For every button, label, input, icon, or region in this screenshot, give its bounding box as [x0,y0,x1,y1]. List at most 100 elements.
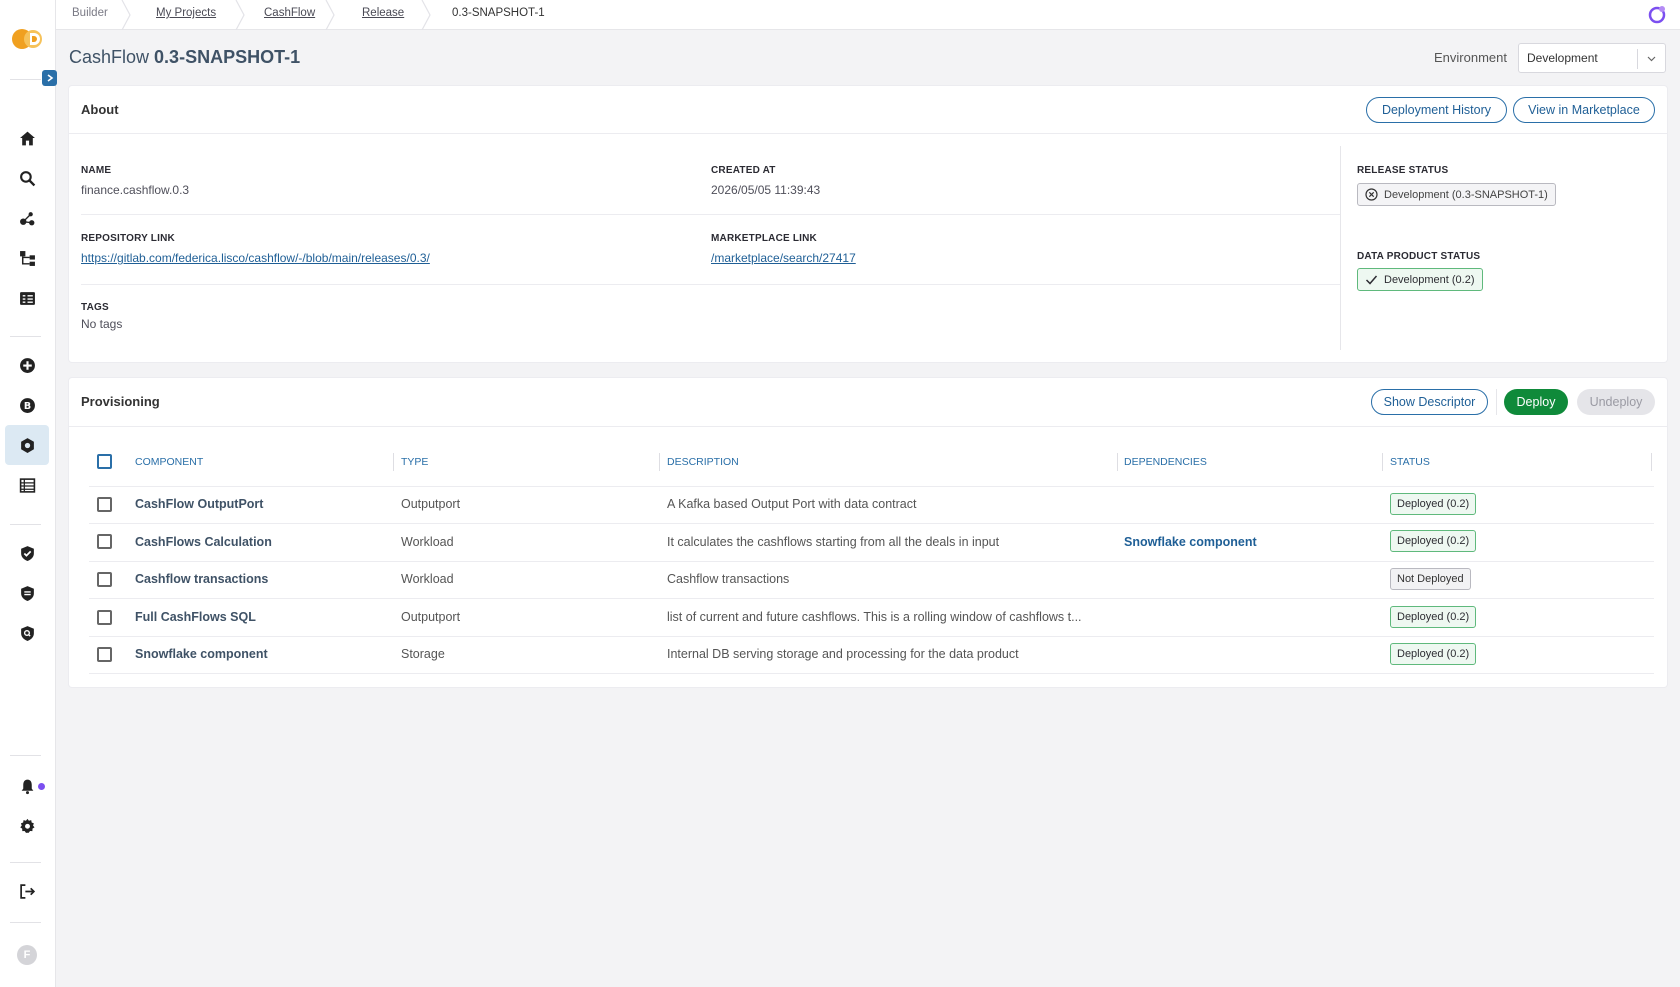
gear-icon[interactable] [5,806,49,846]
status-badge: Deployed (0.2) [1390,493,1477,515]
data-product-status-label: DATA PRODUCT STATUS [1357,251,1481,262]
logout-icon[interactable] [5,871,49,911]
header-row-divider [89,486,1654,487]
row-checkbox[interactable] [97,572,112,587]
release-status-label: RELEASE STATUS [1357,165,1449,176]
component-name[interactable]: CashFlow OutputPort [135,497,263,511]
repository-link[interactable]: https://gitlab.com/federica.lisco/cashfl… [81,251,430,265]
sidebar-divider [10,79,41,80]
row-checkbox[interactable] [97,497,112,512]
name-label: NAME [81,165,112,176]
breadcrumb-separator-icon [421,0,431,30]
provisioning-title: Provisioning [81,394,160,409]
created-at-label: CREATED AT [711,165,776,176]
shield-search-icon[interactable] [5,613,49,653]
hierarchy-icon[interactable] [5,238,49,278]
button-divider [1496,389,1497,415]
column-header-status[interactable]: STATUS [1390,456,1430,468]
component-type: Workload [401,572,454,586]
status-badge: Deployed (0.2) [1390,606,1477,628]
column-header-dependencies[interactable]: DEPENDENCIES [1124,456,1207,468]
component-type: Workload [401,535,454,549]
breadcrumb-item-builder[interactable]: Builder [72,0,108,30]
marketplace-link[interactable]: /marketplace/search/27417 [711,251,856,265]
page-title-version: 0.3-SNAPSHOT-1 [154,47,301,67]
column-divider [1651,453,1652,471]
shield-list-icon[interactable] [5,573,49,613]
page-title: CashFlow 0.3-SNAPSHOT-1 [69,47,300,68]
provisioning-header: Provisioning Show Descriptor Deploy Unde… [69,378,1667,427]
sidebar-divider [10,755,41,756]
app-logo[interactable] [11,28,45,50]
breadcrumb-item-my-projects[interactable]: My Projects [156,0,216,30]
component-name[interactable]: Cashflow transactions [135,572,268,586]
data-product-status-value: Development (0.2) [1384,273,1475,286]
breadcrumb-item-current: 0.3-SNAPSHOT-1 [452,7,545,19]
about-card: About Deployment History View in Marketp… [69,86,1667,362]
about-header: About Deployment History View in Marketp… [69,86,1667,134]
tags-label: TAGS [81,302,109,313]
status-badge: Deployed (0.2) [1390,643,1477,665]
assistant-icon[interactable] [1646,4,1668,26]
deployment-history-button[interactable]: Deployment History [1366,97,1507,123]
breadcrumb-item-cashflow[interactable]: CashFlow [264,0,315,30]
sidebar-expand-button[interactable] [42,70,57,86]
hexagon-icon[interactable] [5,425,49,465]
component-dependencies[interactable]: Snowflake component [1124,535,1257,549]
column-header-component[interactable]: COMPONENT [135,456,203,468]
plus-icon[interactable] [5,345,49,385]
select-all-checkbox[interactable] [97,454,112,469]
show-descriptor-button[interactable]: Show Descriptor [1371,389,1488,415]
component-name[interactable]: Snowflake component [135,647,268,661]
environment-value: Development [1527,51,1598,65]
shield-check-icon[interactable] [5,533,49,573]
svg-text:B: B [23,401,30,412]
row-divider [89,636,1654,637]
column-divider [393,453,394,471]
tags-value: No tags [81,317,123,331]
circle-x-icon [1365,188,1378,201]
component-type: Outputport [401,610,461,624]
list-icon[interactable] [5,278,49,318]
home-icon[interactable] [5,118,49,158]
row-checkbox[interactable] [97,534,112,549]
row-checkbox[interactable] [97,647,112,662]
column-header-description[interactable]: DESCRIPTION [667,456,739,468]
column-divider [659,453,660,471]
graph-icon[interactable] [5,198,49,238]
row-divider [89,673,1654,674]
undeploy-button[interactable]: Undeploy [1577,389,1655,415]
column-divider [1382,453,1383,471]
about-title: About [81,102,119,117]
repository-link-label: REPOSITORY LINK [81,233,175,244]
b-icon[interactable]: B [5,385,49,425]
release-status-value: Development (0.3-SNAPSHOT-1) [1384,188,1548,201]
notification-dot [38,783,45,790]
component-name[interactable]: Full CashFlows SQL [135,610,256,624]
breadcrumb-separator-icon [121,0,131,30]
created-at-value: 2026/05/05 11:39:43 [711,183,821,197]
search-icon[interactable] [5,158,49,198]
component-type: Storage [401,647,445,661]
sidebar: B F [0,0,57,987]
breadcrumb: Builder My Projects CashFlow Release 0.3… [56,0,1680,30]
view-in-marketplace-button[interactable]: View in Marketplace [1513,97,1655,123]
column-header-type[interactable]: TYPE [401,456,428,468]
environment-select[interactable]: Development [1518,43,1666,73]
deploy-button[interactable]: Deploy [1504,389,1568,415]
status-badge: Not Deployed [1390,568,1471,590]
breadcrumb-item-release[interactable]: Release [362,0,404,30]
data-product-status-badge: Development (0.2) [1357,268,1483,291]
row-divider [89,561,1654,562]
environment-label: Environment [1434,50,1507,65]
sidebar-divider [10,922,41,923]
sidebar-divider [10,524,41,525]
name-value: finance.cashflow.0.3 [81,183,190,197]
table-icon[interactable] [5,465,49,505]
component-description: A Kafka based Output Port with data cont… [667,497,917,511]
avatar[interactable]: F [17,945,37,965]
component-description: It calculates the cashflows starting fro… [667,535,1000,549]
row-checkbox[interactable] [97,610,112,625]
component-name[interactable]: CashFlows Calculation [135,535,272,549]
release-status-badge: Development (0.3-SNAPSHOT-1) [1357,183,1556,206]
